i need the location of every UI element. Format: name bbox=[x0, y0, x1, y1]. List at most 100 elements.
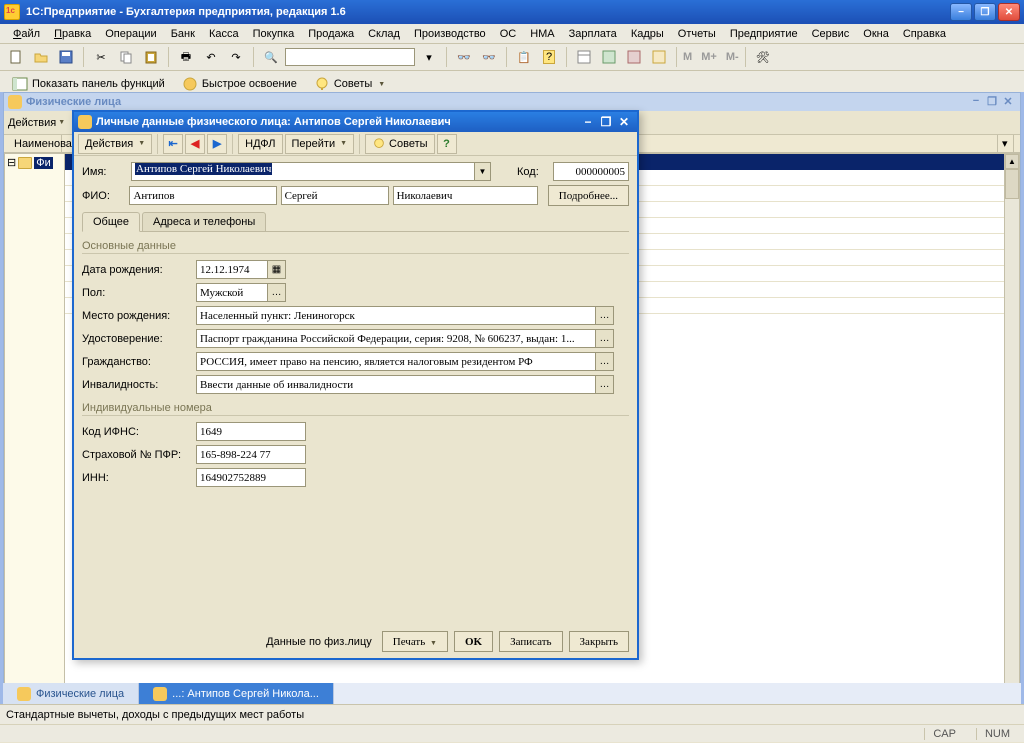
birthplace-select-button[interactable]: … bbox=[595, 306, 614, 325]
cut-icon[interactable]: ✂ bbox=[90, 46, 112, 68]
maximize-button[interactable]: ❐ bbox=[974, 3, 996, 21]
code-input[interactable] bbox=[553, 162, 629, 181]
menu-hr[interactable]: Кадры bbox=[624, 26, 671, 42]
dialog-actions-button[interactable]: Действия▼ bbox=[78, 134, 152, 154]
more-button[interactable]: Подробнее... bbox=[548, 185, 629, 206]
save-icon[interactable] bbox=[55, 46, 77, 68]
menu-edit[interactable]: Правка bbox=[47, 26, 98, 42]
name-label: Имя: bbox=[82, 166, 127, 178]
menu-help[interactable]: Справка bbox=[896, 26, 953, 42]
close-button[interactable]: ✕ bbox=[998, 3, 1020, 21]
pfr-input[interactable] bbox=[196, 445, 306, 464]
help-context-icon[interactable]: ? bbox=[538, 46, 560, 68]
report3-icon[interactable] bbox=[623, 46, 645, 68]
ok-button[interactable]: OK bbox=[454, 631, 493, 652]
print-icon[interactable]: 🖶 bbox=[175, 46, 197, 68]
dialog-titlebar: Личные данные физического лица: Антипов … bbox=[74, 112, 637, 132]
binoculars-icon[interactable]: 👓 bbox=[453, 46, 475, 68]
menu-windows[interactable]: Окна bbox=[856, 26, 896, 42]
tree-root-item[interactable]: ⊟Фи bbox=[7, 156, 62, 169]
copy-icon[interactable] bbox=[115, 46, 137, 68]
print-button[interactable]: Печать ▼ bbox=[382, 631, 448, 652]
menu-sale[interactable]: Продажа bbox=[301, 26, 361, 42]
footer-data-link[interactable]: Данные по физ.лицу bbox=[262, 636, 376, 648]
dob-calendar-button[interactable]: ▦ bbox=[267, 260, 286, 279]
report1-icon[interactable] bbox=[573, 46, 595, 68]
scroll-up-button[interactable]: ▲ bbox=[1005, 154, 1019, 169]
new-doc-icon[interactable] bbox=[5, 46, 27, 68]
save-button[interactable]: Записать bbox=[499, 631, 562, 652]
menu-warehouse[interactable]: Склад bbox=[361, 26, 407, 42]
nav-next-button[interactable]: ▶ bbox=[207, 134, 227, 154]
mem-mplus-button[interactable]: M+ bbox=[701, 51, 717, 63]
menu-os[interactable]: ОС bbox=[493, 26, 524, 42]
goto-button[interactable]: Перейти▼ bbox=[285, 134, 355, 154]
citizen-select-button[interactable]: … bbox=[595, 352, 614, 371]
dialog-close-button[interactable]: ✕ bbox=[615, 115, 633, 129]
ifns-label: Код ИФНС: bbox=[82, 426, 192, 438]
minimize-button[interactable]: − bbox=[950, 3, 972, 21]
undo-icon[interactable]: ↶ bbox=[200, 46, 222, 68]
bg-close-button[interactable]: ✕ bbox=[1000, 95, 1016, 109]
close-dialog-button[interactable]: Закрыть bbox=[569, 631, 629, 652]
menu-file[interactable]: Файл bbox=[6, 26, 47, 42]
menu-operations[interactable]: Операции bbox=[98, 26, 163, 42]
inn-input[interactable] bbox=[196, 468, 306, 487]
ndfl-button[interactable]: НДФЛ bbox=[238, 134, 282, 154]
scroll-thumb[interactable] bbox=[1005, 169, 1019, 199]
fio-first-input[interactable] bbox=[281, 186, 389, 205]
dialog-minimize-button[interactable]: − bbox=[579, 115, 597, 129]
name-input[interactable]: Антипов Сергей Николаевич bbox=[131, 162, 474, 181]
fio-last-input[interactable] bbox=[129, 186, 276, 205]
binoculars-next-icon[interactable]: 👓 bbox=[478, 46, 500, 68]
tab-addresses[interactable]: Адреса и телефоны bbox=[142, 212, 266, 232]
doc-select-button[interactable]: … bbox=[595, 329, 614, 348]
disability-input[interactable] bbox=[196, 375, 596, 394]
bg-min-button[interactable]: − bbox=[968, 95, 984, 109]
sex-input[interactable] bbox=[196, 283, 268, 302]
grid-header-name[interactable]: Наименова bbox=[10, 135, 62, 152]
sex-select-button[interactable]: … bbox=[267, 283, 286, 302]
nav-prev-button[interactable]: ◀ bbox=[185, 134, 205, 154]
report4-icon[interactable] bbox=[648, 46, 670, 68]
settings-icon[interactable]: 🛠 bbox=[752, 46, 774, 68]
task-tab-person-edit[interactable]: ...: Антипов Сергей Никола... bbox=[139, 683, 334, 704]
name-dropdown-button[interactable]: ▼ bbox=[474, 162, 491, 181]
menu-purchase[interactable]: Покупка bbox=[246, 26, 302, 42]
menu-reports[interactable]: Отчеты bbox=[671, 26, 723, 42]
nav-first-button[interactable]: ⇤ bbox=[163, 134, 183, 154]
menu-nma[interactable]: НМА bbox=[523, 26, 561, 42]
dob-input[interactable] bbox=[196, 260, 268, 279]
tab-general[interactable]: Общее bbox=[82, 212, 140, 232]
citizen-input[interactable] bbox=[196, 352, 596, 371]
grid-header-end[interactable]: ▾ bbox=[998, 135, 1014, 152]
menu-production[interactable]: Производство bbox=[407, 26, 493, 42]
grid-scrollbar[interactable]: ▲ ▼ bbox=[1004, 154, 1019, 712]
menu-cash[interactable]: Касса bbox=[202, 26, 246, 42]
open-icon[interactable] bbox=[30, 46, 52, 68]
dialog-help-button[interactable]: ? bbox=[437, 134, 457, 154]
fio-middle-input[interactable] bbox=[393, 186, 538, 205]
menu-bank[interactable]: Банк bbox=[164, 26, 202, 42]
redo-icon[interactable]: ↷ bbox=[225, 46, 247, 68]
bg-max-button[interactable]: ❐ bbox=[984, 95, 1000, 109]
birthplace-input[interactable] bbox=[196, 306, 596, 325]
menu-company[interactable]: Предприятие bbox=[723, 26, 805, 42]
dialog-maximize-button[interactable]: ❐ bbox=[597, 115, 615, 129]
report2-icon[interactable] bbox=[598, 46, 620, 68]
task-tab-persons[interactable]: Физические лица bbox=[3, 683, 139, 704]
search-go-icon[interactable]: ▾ bbox=[418, 46, 440, 68]
bg-actions-button[interactable]: Действия bbox=[8, 117, 56, 129]
calendar-icon[interactable]: 📋 bbox=[513, 46, 535, 68]
mem-m-button[interactable]: M bbox=[683, 51, 692, 63]
mem-mminus-button[interactable]: M- bbox=[726, 51, 739, 63]
paste-icon[interactable] bbox=[140, 46, 162, 68]
search-input[interactable] bbox=[285, 48, 415, 66]
menu-service[interactable]: Сервис bbox=[805, 26, 857, 42]
find-icon[interactable]: 🔍 bbox=[260, 46, 282, 68]
ifns-input[interactable] bbox=[196, 422, 306, 441]
doc-input[interactable] bbox=[196, 329, 596, 348]
dialog-tips-button[interactable]: Советы bbox=[365, 134, 434, 154]
disability-select-button[interactable]: … bbox=[595, 375, 614, 394]
menu-salary[interactable]: Зарплата bbox=[562, 26, 624, 42]
